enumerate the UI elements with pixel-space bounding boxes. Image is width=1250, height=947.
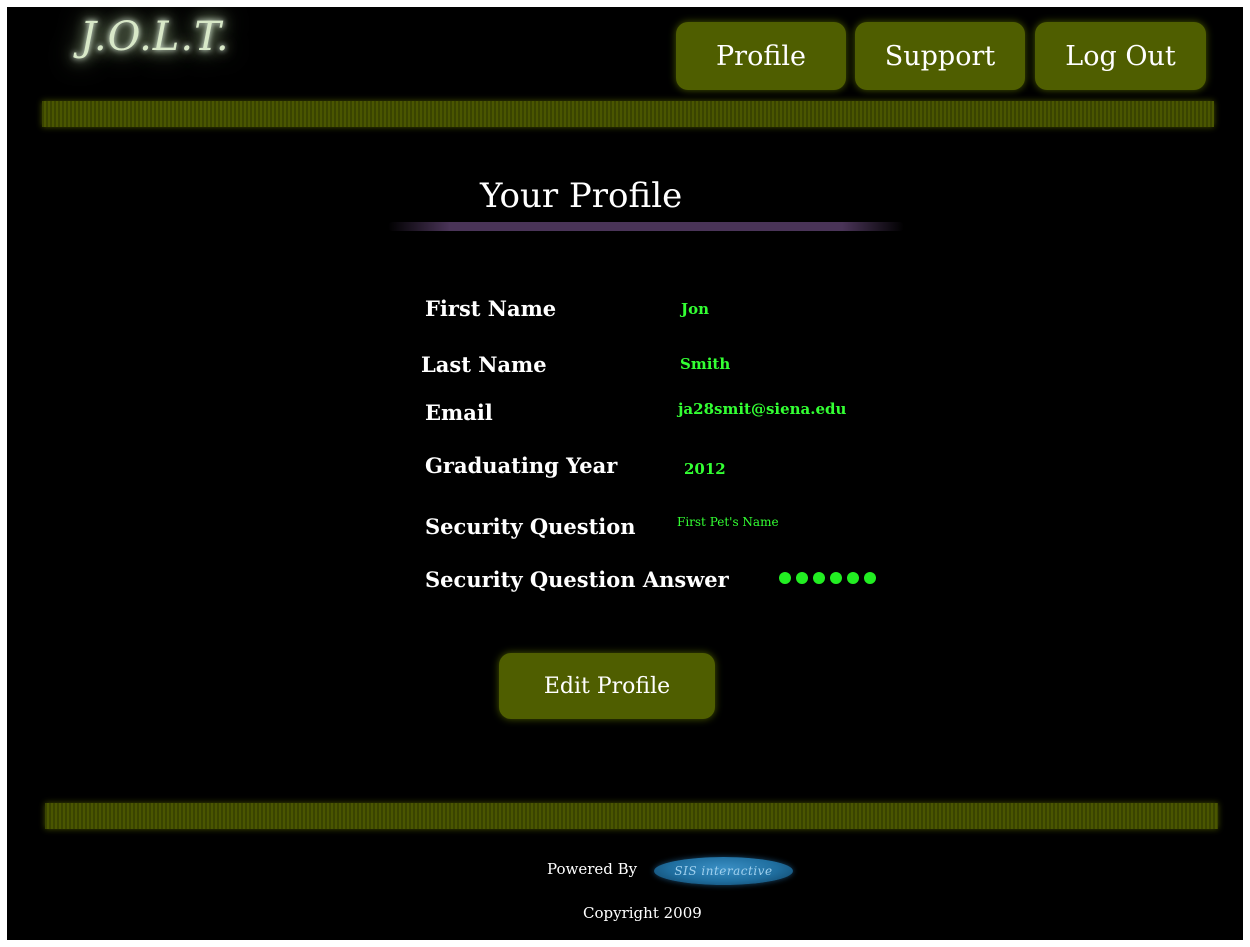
last-name-label: Last Name xyxy=(421,352,547,377)
mask-dot xyxy=(796,572,808,584)
jolt-logo[interactable]: J.O.L.T. xyxy=(80,14,230,60)
page-title: Your Profile xyxy=(480,176,683,216)
sponsor-logo-text: SIS interactive xyxy=(674,864,773,878)
profile-nav-button[interactable]: Profile xyxy=(676,22,846,90)
graduating-year-label: Graduating Year xyxy=(425,453,618,478)
title-underline xyxy=(388,222,904,231)
app-frame xyxy=(7,7,1243,940)
security-answer-label: Security Question Answer xyxy=(425,567,729,592)
first-name-label: First Name xyxy=(425,296,557,321)
mask-dot xyxy=(847,572,859,584)
graduating-year-value: 2012 xyxy=(684,460,726,478)
sponsor-logo[interactable]: SIS interactive xyxy=(654,857,793,885)
copyright-text: Copyright 2009 xyxy=(583,904,702,922)
email-value: ja28smit@siena.edu xyxy=(678,400,847,418)
footer-divider-bar xyxy=(45,803,1218,829)
powered-by-label: Powered By xyxy=(547,860,638,878)
mask-dot xyxy=(830,572,842,584)
security-question-value: First Pet's Name xyxy=(677,515,779,529)
edit-profile-button[interactable]: Edit Profile xyxy=(499,653,715,719)
mask-dot xyxy=(864,572,876,584)
security-answer-masked xyxy=(779,572,876,584)
support-nav-button[interactable]: Support xyxy=(855,22,1025,90)
last-name-value: Smith xyxy=(680,355,731,373)
mask-dot xyxy=(779,572,791,584)
email-label: Email xyxy=(425,400,493,425)
header-divider-bar xyxy=(42,101,1214,127)
mask-dot xyxy=(813,572,825,584)
first-name-value: Jon xyxy=(681,300,710,318)
logout-nav-button[interactable]: Log Out xyxy=(1035,22,1206,90)
security-question-label: Security Question xyxy=(425,514,636,539)
